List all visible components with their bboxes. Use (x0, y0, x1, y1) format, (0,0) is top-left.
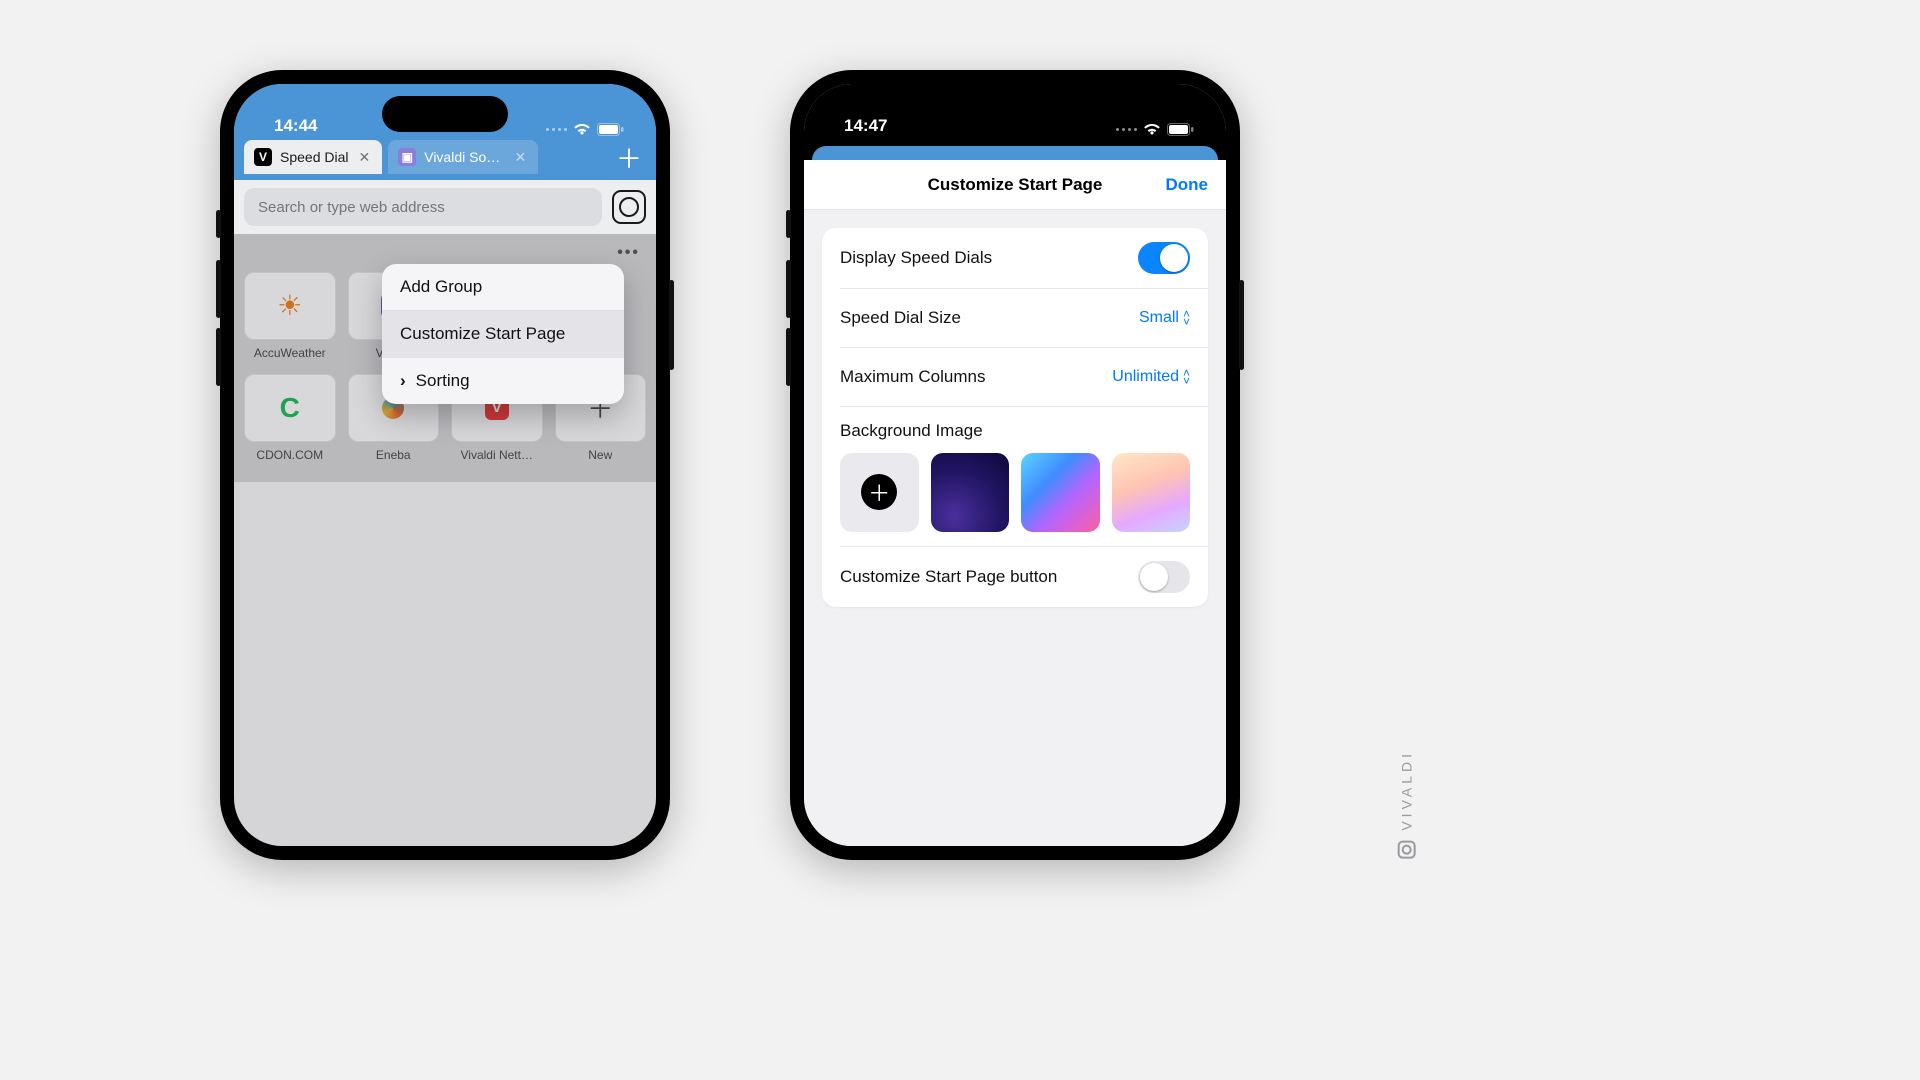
tab-favicon: ▣ (398, 148, 416, 166)
speed-dial-cdon[interactable]: C CDON.COM (244, 374, 336, 462)
context-menu: Add Group Customize Start Page › Sorting (382, 264, 624, 404)
wifi-icon (573, 122, 591, 136)
start-page: ••• ☀ AccuWeather m Vivaldi C CDON.COM (234, 234, 656, 482)
dynamic-island (952, 96, 1078, 132)
row-customize-button: Customize Start Page button (822, 547, 1208, 607)
max-columns-value: Unlimited (1112, 368, 1179, 386)
screen-left: 14:44 V Speed Dial ✕ ▣ Vivaldi Socia… ✕ (234, 84, 656, 846)
vivaldi-logo-icon (1398, 841, 1416, 859)
screen-right: 14:47 Customize Start Page Done Display (804, 84, 1226, 846)
page-title: Customize Start Page (928, 175, 1103, 195)
row-display-speed-dials: Display Speed Dials (822, 228, 1208, 288)
speed-dial-accuweather[interactable]: ☀ AccuWeather (244, 272, 336, 360)
bg-option-1[interactable] (931, 453, 1010, 532)
battery-icon (1167, 123, 1194, 136)
toggle-customize-button[interactable] (1138, 561, 1190, 593)
speed-dial-size-value: Small (1139, 309, 1179, 327)
row-max-columns[interactable]: Maximum Columns Unlimited ˄˅ (822, 348, 1208, 406)
battery-icon (597, 123, 624, 136)
up-down-icon: ˄˅ (1183, 369, 1190, 385)
more-menu-button[interactable]: ••• (244, 240, 646, 266)
chevron-right-icon: › (400, 371, 406, 391)
vivaldi-logo-icon[interactable] (612, 190, 646, 224)
close-icon[interactable]: ✕ (513, 149, 529, 166)
vivaldi-watermark: VIVALDI (1398, 750, 1416, 859)
sheet-backdrop (812, 146, 1218, 160)
phone-mockup-left: 14:44 V Speed Dial ✕ ▣ Vivaldi Socia… ✕ (220, 70, 670, 860)
settings-card: Display Speed Dials Speed Dial Size Smal… (822, 228, 1208, 607)
new-tab-button[interactable]: ＋ (612, 140, 646, 174)
plus-icon: ＋ (861, 474, 897, 510)
tab-speed-dial[interactable]: V Speed Dial ✕ (244, 140, 382, 174)
tab-favicon: V (254, 148, 272, 166)
up-down-icon: ˄˅ (1183, 310, 1190, 326)
tab-title: Vivaldi Socia… (424, 149, 504, 165)
sheet-header: Customize Start Page Done (804, 160, 1226, 210)
menu-sorting[interactable]: › Sorting (382, 358, 624, 404)
wifi-icon (1143, 122, 1161, 136)
toggle-display-speed-dials[interactable] (1138, 242, 1190, 274)
row-speed-dial-size[interactable]: Speed Dial Size Small ˄˅ (822, 289, 1208, 347)
status-time: 14:47 (844, 116, 887, 136)
bg-option-3[interactable] (1112, 453, 1191, 532)
dynamic-island (382, 96, 508, 132)
sheet-body: Display Speed Dials Speed Dial Size Smal… (804, 210, 1226, 846)
status-time: 14:44 (274, 116, 317, 136)
menu-add-group[interactable]: Add Group (382, 264, 624, 311)
menu-customize-start-page[interactable]: Customize Start Page (382, 311, 624, 358)
row-background-image: Background Image ＋ (822, 407, 1208, 546)
bg-option-2[interactable] (1021, 453, 1100, 532)
tab-bar: V Speed Dial ✕ ▣ Vivaldi Socia… ✕ ＋ (234, 140, 656, 180)
tab-vivaldi-social[interactable]: ▣ Vivaldi Socia… ✕ (388, 140, 538, 174)
bg-add-button[interactable]: ＋ (840, 453, 919, 532)
tab-title: Speed Dial (280, 149, 349, 165)
phone-mockup-right: 14:47 Customize Start Page Done Display (790, 70, 1240, 860)
cellular-icon (546, 128, 567, 131)
cellular-icon (1116, 128, 1137, 131)
close-icon[interactable]: ✕ (357, 149, 373, 166)
done-button[interactable]: Done (1166, 175, 1209, 195)
address-bar-row (234, 180, 656, 234)
search-input[interactable] (244, 188, 602, 226)
